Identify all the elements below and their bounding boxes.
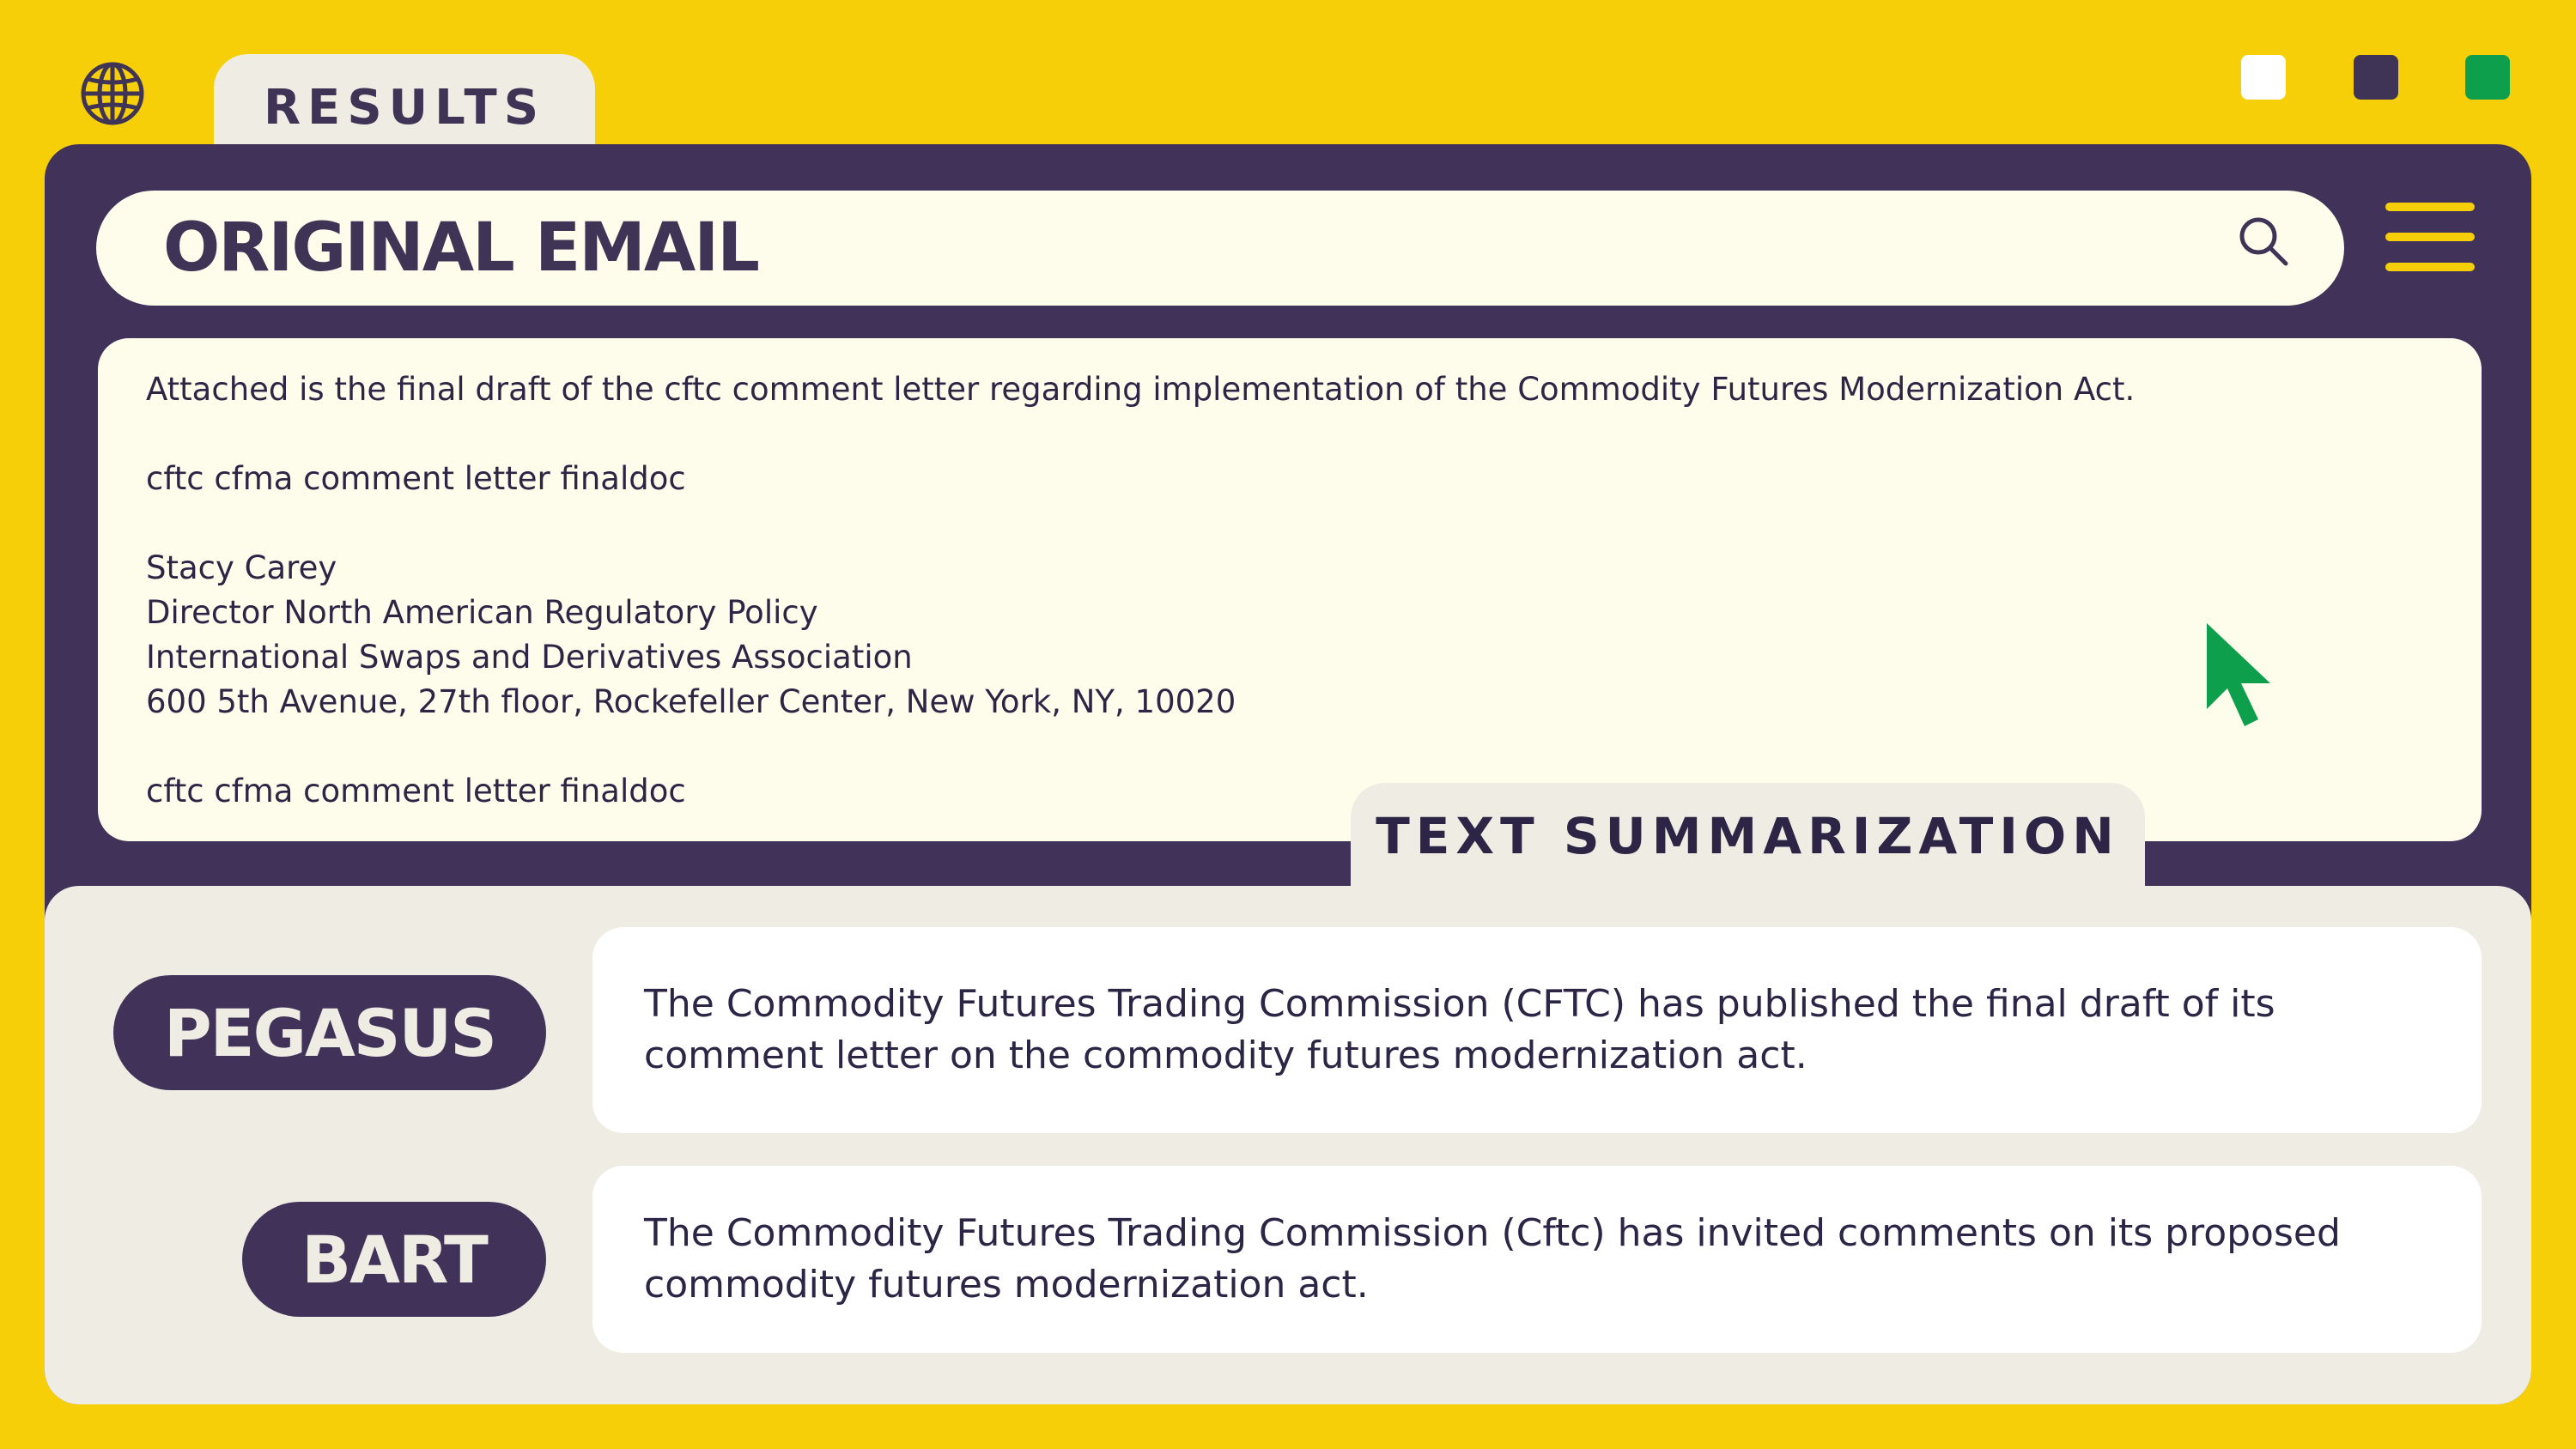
email-line: International Swaps and Derivatives Asso… — [146, 639, 913, 676]
window-button-purple[interactable] — [2354, 55, 2398, 100]
search-icon[interactable] — [2237, 215, 2290, 268]
email-line: Attached is the final draft of the cftc … — [146, 371, 2136, 408]
model-name: BART — [301, 1221, 489, 1298]
summary-text: The Commodity Futures Trading Commission… — [644, 1211, 2341, 1307]
email-line — [146, 724, 2293, 769]
window-button-white[interactable] — [2241, 55, 2286, 100]
hamburger-menu-icon[interactable] — [2385, 201, 2475, 273]
summary-box-bart: The Commodity Futures Trading Commission… — [592, 1166, 2482, 1353]
email-line: Stacy Carey — [146, 549, 337, 586]
email-line — [146, 412, 2293, 457]
email-line — [146, 501, 2293, 546]
model-name: PEGASUS — [163, 994, 497, 1071]
window-button-green[interactable] — [2465, 55, 2510, 100]
tab-text-summarization-label: TEXT SUMMARIZATION — [1376, 807, 2120, 865]
email-line: 600 5th Avenue, 27th floor, Rockefeller … — [146, 683, 1236, 720]
tab-results-label: RESULTS — [263, 80, 546, 136]
cursor-arrow-icon — [2198, 620, 2275, 731]
email-body: Attached is the final draft of the cftc … — [146, 367, 2293, 814]
email-line: cftc cfma comment letter finaldoc — [146, 460, 686, 497]
globe-icon — [79, 60, 146, 127]
email-line: Director North American Regulatory Polic… — [146, 594, 818, 631]
summary-text: The Commodity Futures Trading Commission… — [644, 982, 2275, 1077]
model-label-pegasus: PEGASUS — [113, 975, 546, 1090]
tab-text-summarization[interactable]: TEXT SUMMARIZATION — [1351, 783, 2145, 894]
model-label-bart: BART — [242, 1202, 546, 1317]
search-title: ORIGINAL EMAIL — [163, 209, 760, 287]
summary-box-pegasus: The Commodity Futures Trading Commission… — [592, 927, 2482, 1133]
